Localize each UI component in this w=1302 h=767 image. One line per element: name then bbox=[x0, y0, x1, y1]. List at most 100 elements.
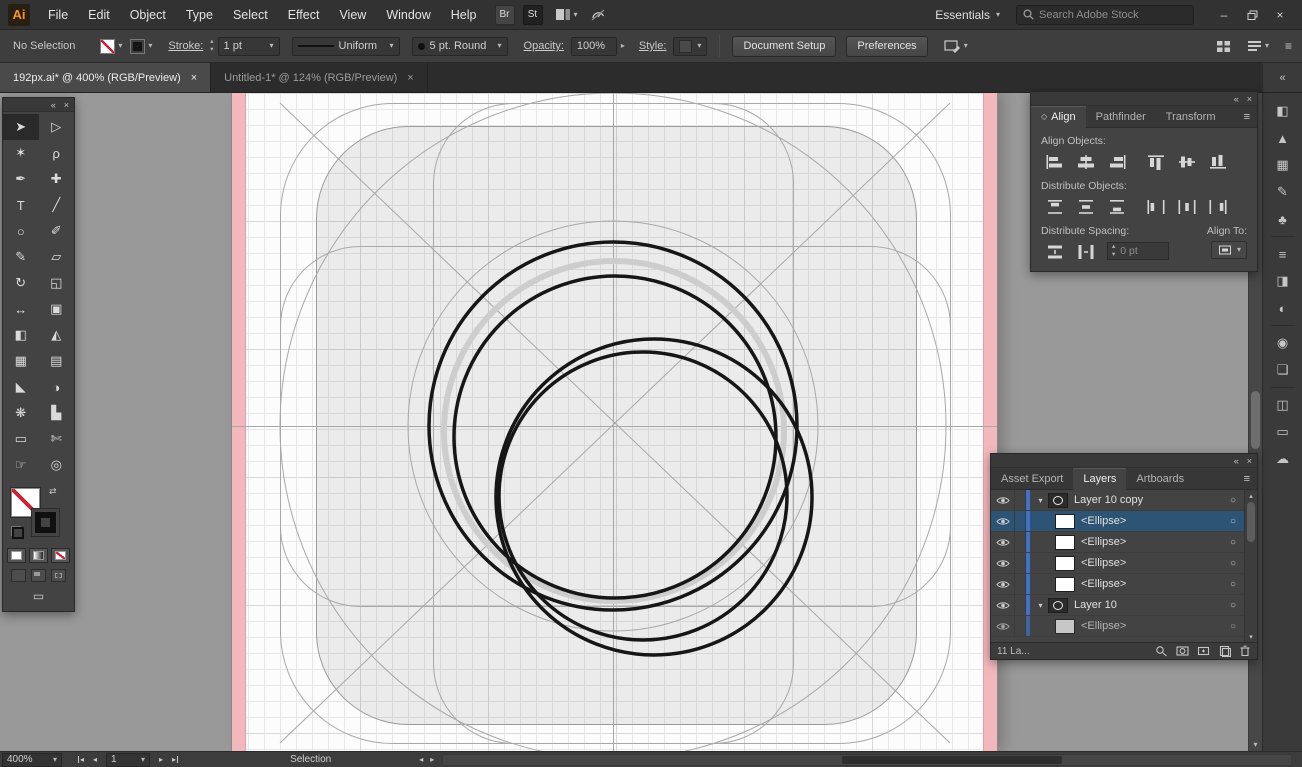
layer-name[interactable]: <Ellipse> bbox=[1081, 620, 1225, 632]
magic-wand-tool[interactable]: ✶ bbox=[3, 140, 39, 166]
visibility-toggle[interactable] bbox=[991, 490, 1015, 510]
lock-toggle[interactable] bbox=[1015, 595, 1026, 615]
slice-tool[interactable]: ✄ bbox=[39, 426, 75, 452]
workspace-switcher[interactable]: Essentials ▾ bbox=[935, 8, 1000, 22]
symbols-panel-icon[interactable]: ♣ bbox=[1270, 209, 1296, 229]
column-graph-tool[interactable]: ▙ bbox=[39, 400, 75, 426]
visibility-toggle[interactable] bbox=[991, 574, 1015, 594]
lock-toggle[interactable] bbox=[1015, 553, 1026, 573]
none-button[interactable] bbox=[51, 548, 70, 563]
target-circle-icon[interactable]: ○ bbox=[1225, 558, 1241, 569]
layer-row[interactable]: <Ellipse> ○ bbox=[991, 532, 1257, 553]
add-anchor-point-tool[interactable]: ✚ bbox=[39, 166, 75, 192]
chevron-down-icon[interactable]: ▾ bbox=[697, 42, 701, 50]
swatches-panel-icon[interactable]: ▦ bbox=[1270, 155, 1296, 175]
target-circle-icon[interactable]: ○ bbox=[1225, 516, 1241, 527]
transparency-panel-icon[interactable]: ◐ bbox=[1270, 298, 1296, 318]
minimize-button[interactable]: – bbox=[1210, 4, 1238, 26]
zoom-level-dropdown[interactable]: 400% ▾ bbox=[2, 752, 62, 767]
vertical-distribute-center-button[interactable] bbox=[1072, 197, 1099, 217]
stroke-color-control[interactable]: ▾ bbox=[130, 38, 152, 54]
menu-file[interactable]: File bbox=[38, 8, 78, 22]
free-transform-tool[interactable]: ▣ bbox=[39, 296, 75, 322]
next-artboard-button[interactable]: ▸ bbox=[159, 755, 163, 764]
menu-edit[interactable]: Edit bbox=[78, 8, 120, 22]
layer-name[interactable]: Layer 10 bbox=[1074, 599, 1225, 611]
visibility-toggle[interactable] bbox=[991, 595, 1015, 615]
zoom-value[interactable]: 400% bbox=[7, 754, 49, 765]
close-panel-icon[interactable]: × bbox=[1247, 456, 1252, 466]
arrange-documents-button[interactable]: ▾ bbox=[555, 8, 578, 21]
lock-toggle[interactable] bbox=[1015, 490, 1026, 510]
artboard-number[interactable]: 1 bbox=[111, 754, 137, 765]
eraser-tool[interactable]: ▱ bbox=[39, 244, 75, 270]
graphic-styles-panel-icon[interactable]: ❏ bbox=[1270, 360, 1296, 380]
collapse-panel-icon[interactable]: « bbox=[51, 100, 56, 110]
layers-panel-icon[interactable]: ◫ bbox=[1270, 395, 1296, 415]
target-circle-icon[interactable]: ○ bbox=[1225, 495, 1241, 506]
stroke-label[interactable]: Stroke: bbox=[168, 40, 203, 52]
close-panel-icon[interactable]: × bbox=[64, 100, 69, 110]
chevron-down-icon[interactable]: ▾ bbox=[210, 46, 213, 54]
scroll-right-icon[interactable]: ▸ bbox=[430, 755, 434, 764]
opacity-label[interactable]: Opacity: bbox=[524, 40, 564, 52]
collapse-panel-icon[interactable]: « bbox=[1234, 94, 1239, 104]
menu-effect[interactable]: Effect bbox=[278, 8, 330, 22]
horizontal-distribute-space-button[interactable] bbox=[1072, 242, 1099, 262]
paintbrush-tool[interactable]: ✐ bbox=[39, 218, 75, 244]
layer-row[interactable]: <Ellipse> ○ bbox=[991, 553, 1257, 574]
adobe-stock-search[interactable] bbox=[1016, 4, 1194, 25]
artboard-tool[interactable]: ▭ bbox=[3, 426, 39, 452]
disclosure-triangle-icon[interactable]: ▾ bbox=[1033, 601, 1048, 610]
last-artboard-button[interactable]: ▸ bbox=[172, 755, 179, 764]
default-fill-stroke-icon[interactable] bbox=[11, 526, 24, 539]
symbol-sprayer-tool[interactable]: ❋ bbox=[3, 400, 39, 426]
layer-row[interactable]: <Ellipse> ○ bbox=[991, 574, 1257, 595]
lock-toggle[interactable] bbox=[1015, 532, 1026, 552]
chevron-up-icon[interactable]: ▴ bbox=[210, 38, 213, 46]
shape-builder-tool[interactable]: ◧ bbox=[3, 322, 39, 348]
disclosure-triangle-icon[interactable]: ▾ bbox=[1033, 496, 1048, 505]
scroll-up-icon[interactable]: ▴ bbox=[1245, 490, 1257, 501]
color-button[interactable] bbox=[7, 548, 26, 563]
make-clip-mask-icon[interactable] bbox=[1176, 645, 1189, 657]
vertical-align-top-button[interactable] bbox=[1142, 152, 1169, 172]
style-label[interactable]: Style: bbox=[639, 40, 667, 52]
lock-toggle[interactable] bbox=[1015, 511, 1026, 531]
target-circle-icon[interactable]: ○ bbox=[1225, 537, 1241, 548]
type-tool[interactable]: T bbox=[3, 192, 39, 218]
perspective-grid-tool[interactable]: ◭ bbox=[39, 322, 75, 348]
draw-behind-mode-button[interactable] bbox=[31, 569, 46, 582]
layer-thumbnail[interactable] bbox=[1048, 492, 1068, 508]
stock-button[interactable]: St bbox=[522, 4, 543, 25]
direct-selection-tool[interactable]: ▷ bbox=[39, 114, 75, 140]
horizontal-distribute-right-button[interactable] bbox=[1204, 197, 1231, 217]
horizontal-align-right-button[interactable] bbox=[1103, 152, 1130, 172]
locate-object-icon[interactable] bbox=[1155, 645, 1168, 657]
width-tool[interactable]: ↔ bbox=[3, 296, 39, 322]
scroll-down-icon[interactable]: ▾ bbox=[1245, 631, 1257, 642]
illustrator-logo[interactable]: Ai bbox=[8, 3, 30, 26]
stroke-profile-dropdown[interactable]: Uniform ▾ bbox=[291, 36, 400, 56]
layer-thumbnail[interactable] bbox=[1048, 597, 1068, 613]
close-panel-icon[interactable]: × bbox=[1247, 94, 1252, 104]
vertical-distribute-top-button[interactable] bbox=[1041, 197, 1068, 217]
spacing-value-field[interactable]: ▴ ▾ 0 pt bbox=[1107, 242, 1169, 260]
horizontal-distribute-center-button[interactable] bbox=[1173, 197, 1200, 217]
gradient-button[interactable] bbox=[29, 548, 48, 563]
brushes-panel-icon[interactable]: ✎ bbox=[1270, 182, 1296, 202]
tab-layers[interactable]: Layers bbox=[1073, 467, 1127, 490]
draw-inside-mode-button[interactable] bbox=[51, 569, 66, 582]
touch-workspace-button[interactable]: ▾ bbox=[944, 39, 968, 53]
rotate-tool[interactable]: ↻ bbox=[3, 270, 39, 296]
target-circle-icon[interactable]: ○ bbox=[1225, 579, 1241, 590]
swap-fill-stroke-icon[interactable]: ⇄ bbox=[49, 486, 57, 497]
selection-tool[interactable]: ➤ bbox=[3, 114, 39, 140]
target-circle-icon[interactable]: ○ bbox=[1225, 600, 1241, 611]
vertical-align-center-button[interactable] bbox=[1173, 152, 1200, 172]
tab-transform[interactable]: Transform bbox=[1156, 106, 1226, 128]
appearance-panel-icon[interactable]: ◉ bbox=[1270, 333, 1296, 353]
visibility-toggle[interactable] bbox=[991, 511, 1015, 531]
menu-help[interactable]: Help bbox=[441, 8, 487, 22]
layers-scroll-thumb[interactable] bbox=[1247, 502, 1255, 542]
